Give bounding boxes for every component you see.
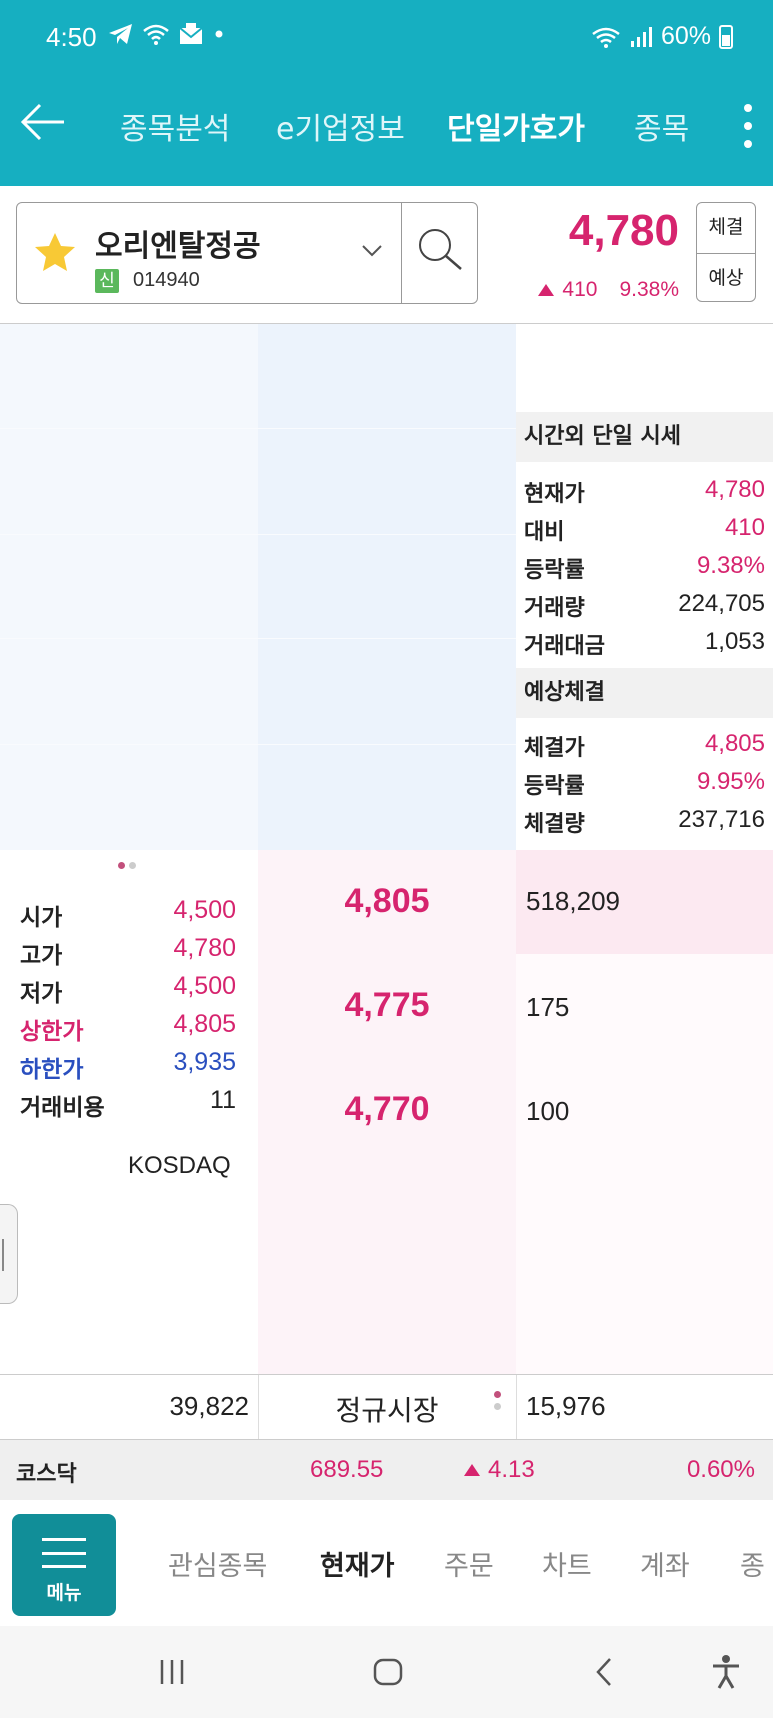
expected-button[interactable]: 예상 <box>697 253 755 302</box>
system-nav-bar <box>0 1626 773 1718</box>
side-drawer-handle[interactable] <box>0 1204 18 1304</box>
system-back-icon[interactable] <box>590 1656 622 1688</box>
stat-low: 저가 4,500 <box>20 972 236 1007</box>
page-indicator[interactable] <box>118 862 136 869</box>
expected-title: 예상체결 <box>516 668 773 718</box>
index-change-pct: 0.60% <box>686 1456 755 1483</box>
tab-company-info[interactable]: e기업정보 <box>276 104 405 148</box>
totals-row: 39,822 정규시장 15,976 <box>0 1374 773 1440</box>
search-icon[interactable] <box>415 225 465 275</box>
up-triangle-icon <box>464 1464 480 1476</box>
order-book: 시간외 단일 시세 현재가 4,780 대비 410 등락률 9.38% 거래량… <box>0 324 773 1374</box>
recent-apps-icon[interactable] <box>156 1656 188 1688</box>
stock-code: 014940 <box>133 269 200 291</box>
stock-name: 오리엔탈정공 <box>95 229 261 264</box>
battery-percent: 60% <box>660 22 711 50</box>
total-bid-volume: 15,976 <box>526 1391 606 1421</box>
ask-price[interactable]: 4,770 <box>258 1090 516 1129</box>
tab-stock-analysis[interactable]: 종목분석 <box>120 104 230 148</box>
telegram-icon <box>109 24 132 44</box>
price-change: 410 <box>538 278 597 302</box>
ask-volume: 518,209 <box>526 886 620 916</box>
wifi-question-icon <box>143 24 169 45</box>
bottom-tab-bar: 메뉴 관심종목 현재가 주문 차트 계좌 종 <box>0 1500 773 1626</box>
tab-stock-more[interactable]: 종목 <box>634 104 700 148</box>
ask-volume: 175 <box>526 992 570 1022</box>
info-row: 등락률 9.95% <box>524 768 765 799</box>
market-session-label[interactable]: 정규시장 <box>258 1389 516 1429</box>
back-arrow-icon[interactable] <box>20 102 66 142</box>
price-change-pct: 9.38% <box>619 278 679 301</box>
stat-lower-limit: 하한가 3,935 <box>20 1048 236 1083</box>
ask-price[interactable]: 4,805 <box>258 882 516 921</box>
status-bar: 4:50 60% <box>0 0 773 80</box>
stock-selector[interactable]: 오리엔탈정공 신 014940 <box>16 202 478 304</box>
tab-order[interactable]: 주문 <box>444 1544 494 1583</box>
tab-account[interactable]: 계좌 <box>640 1544 690 1583</box>
home-icon[interactable] <box>372 1656 404 1688</box>
index-value: 689.55 <box>310 1456 384 1483</box>
index-change: 4.13 <box>464 1456 535 1484</box>
menu-button[interactable]: 메뉴 <box>12 1514 116 1616</box>
info-row: 현재가 4,780 <box>524 476 765 507</box>
dot-icon <box>215 30 223 38</box>
ask-volume: 100 <box>526 1096 570 1126</box>
after-hours-title: 시간외 단일 시세 <box>516 412 773 462</box>
tab-chart[interactable]: 차트 <box>542 1544 592 1583</box>
tab-more[interactable]: 종 <box>740 1544 773 1583</box>
accessibility-icon[interactable] <box>710 1654 742 1690</box>
top-nav: 종목분석 e기업정보 단일가호가 종목 <box>0 90 773 160</box>
stat-high: 고가 4,780 <box>20 934 236 969</box>
total-ask-volume: 39,822 <box>169 1391 249 1421</box>
trade-button[interactable]: 체결 <box>697 203 755 252</box>
chevron-down-icon[interactable] <box>361 239 383 261</box>
wifi-icon <box>592 27 620 48</box>
hamburger-icon <box>42 1538 86 1568</box>
star-icon[interactable] <box>33 231 77 275</box>
info-row: 체결가 4,805 <box>524 730 765 761</box>
info-row: 체결량 237,716 <box>524 806 765 837</box>
menu-label: 메뉴 <box>46 1582 82 1604</box>
status-time: 4:50 <box>46 22 97 52</box>
current-price: 4,780 <box>568 206 679 255</box>
signal-icon <box>630 26 652 47</box>
index-ticker[interactable]: 코스닥 689.55 4.13 0.60% <box>0 1440 773 1500</box>
info-row: 대비 410 <box>524 514 765 545</box>
up-triangle-icon <box>538 284 555 296</box>
battery-icon <box>719 24 733 49</box>
side-buttons: 체결 예상 <box>696 202 756 302</box>
session-toggle-indicator[interactable] <box>494 1391 501 1410</box>
tab-current-price[interactable]: 현재가 <box>320 1544 395 1583</box>
stat-open: 시가 4,500 <box>20 896 236 931</box>
tab-single-price-quote[interactable]: 단일가호가 <box>447 104 585 148</box>
info-row: 거래량 224,705 <box>524 590 765 621</box>
new-badge: 신 <box>95 269 119 293</box>
stat-upper-limit: 상한가 4,805 <box>20 1010 236 1045</box>
ask-price[interactable]: 4,775 <box>258 986 516 1025</box>
index-name: 코스닥 <box>16 1462 77 1487</box>
market-name: KOSDAQ <box>128 1152 231 1179</box>
info-row: 등락률 9.38% <box>524 552 765 583</box>
tab-watchlist[interactable]: 관심종목 <box>168 1544 267 1583</box>
mail-icon <box>179 23 203 44</box>
stat-trading-cost: 거래비용 11 <box>20 1086 236 1121</box>
top-bar: 4:50 60% 종목분석 e기업정보 단일가호가 종목 <box>0 0 773 186</box>
stock-header: 오리엔탈정공 신 014940 4,780 410 9.38% 체결 예상 <box>0 186 773 324</box>
kebab-menu-icon[interactable] <box>743 104 753 148</box>
info-row: 거래대금 1,053 <box>524 628 765 659</box>
